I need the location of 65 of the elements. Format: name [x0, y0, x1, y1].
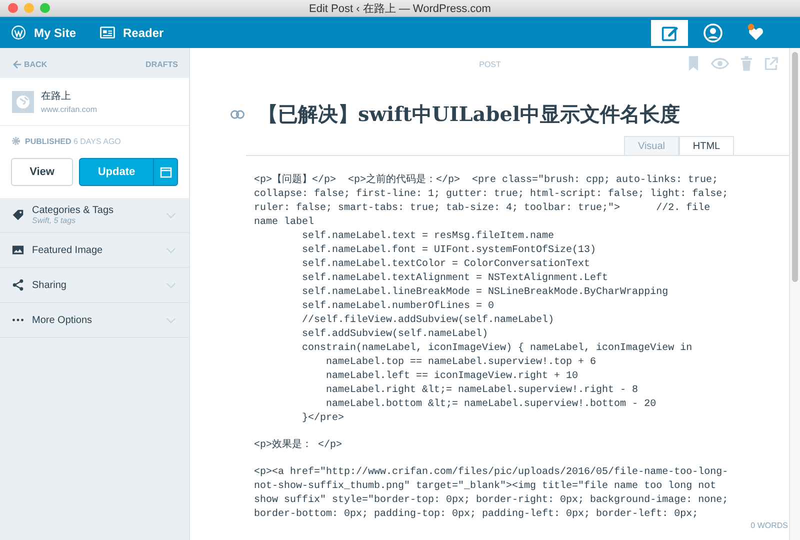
nav-link[interactable]: Reader — [100, 25, 164, 40]
code-line: ruler: false; smart-tabs: true; tab-size: 4; toolbar: true;"> //2. file — [254, 202, 712, 216]
scrollbar-thumb[interactable] — [792, 52, 798, 282]
accordion-item[interactable]: Sharing — [0, 268, 189, 303]
window-title: Edit Post ‹ 在路上 — WordPress.com — [309, 2, 491, 16]
code-line: self.nameLabel.font = UIFont.systemFontOfSize(13) — [301, 244, 598, 258]
chevron-icon — [166, 212, 176, 218]
code-line: nameLabel.bottom &lt;= nameLabel.superview!.bottom - 20 — [325, 398, 658, 412]
trash-icon[interactable] — [741, 56, 752, 71]
code-line: nameLabel.right &lt;= nameLabel.superview!.right - 8 — [325, 384, 640, 398]
word-count: 0 WORDS — [750, 521, 788, 530]
link-icon[interactable] — [230, 110, 245, 118]
editor-tab[interactable]: HTML — [679, 136, 734, 155]
heart-icon — [746, 22, 766, 42]
code-line: <p>【问题】</p> <p>之前的代码是：</p> <pre class="brush: cpp; auto-links: true; — [254, 174, 720, 188]
post-label: POST — [479, 60, 501, 68]
code-line: self.addSubview(self.nameLabel) — [301, 328, 490, 342]
zoom-button[interactable] — [40, 3, 50, 13]
code-line: nameLabel.top == nameLabel.superview!.top + 6 — [325, 356, 598, 370]
minimize-button[interactable] — [24, 3, 34, 13]
external-link-icon[interactable] — [764, 56, 778, 70]
write-button[interactable] — [651, 20, 688, 46]
site-name: 在路上 — [41, 90, 72, 103]
code-line: name label — [254, 216, 316, 230]
code-line: self.nameLabel.textAlignment = NSTextAlignment.Left — [301, 272, 610, 286]
code-line: nameLabel.left == iconImageView.right + 10 — [325, 370, 580, 384]
code-line: <p>效果是： </p> — [254, 439, 344, 453]
image-icon — [12, 244, 24, 256]
calendar-icon — [160, 166, 172, 178]
tag-icon — [12, 209, 24, 221]
code-line: self.nameLabel.numberOfLines = 0 — [301, 300, 496, 314]
code-line: show suffix" style="border-top: 0px; border-right: 0px; background-image: none; — [254, 494, 730, 508]
globe-icon — [12, 90, 34, 112]
code-line: self.nameLabel.lineBreakMode = NSLineBreakMode.ByCharWrapping — [301, 286, 670, 300]
code-line: self.nameLabel.textColor = ColorConversationText — [301, 258, 592, 272]
post-status: PUBLISHED 6 DAYS AGO — [25, 136, 121, 146]
arrow-left-icon — [13, 60, 22, 69]
chevron-icon — [166, 246, 176, 254]
code-line: border-bottom: 0px; padding-top: 0px; padding-left: 0px; border-left: 0px; — [254, 508, 700, 522]
gear-icon — [11, 136, 21, 146]
site-url: www.crifan.com — [41, 105, 98, 114]
code-line: //self.fileView.addSubview(self.nameLabel) — [301, 314, 556, 328]
accordion-item[interactable]: More Options — [0, 303, 189, 338]
accordion-item[interactable]: Featured Image — [0, 233, 189, 268]
bookmark-icon[interactable] — [688, 56, 699, 71]
code-line: not-show-suffix_thumb.png" target="_blank"><img title="file name too long not — [254, 480, 718, 494]
preview-icon[interactable] — [711, 58, 729, 69]
share-icon — [12, 279, 24, 291]
post-title[interactable]: 【已解决】swift中UILabel中显示文件名长度 — [258, 100, 680, 128]
code-line: self.nameLabel.text = resMsg.fileItem.name — [301, 230, 556, 244]
reader-icon — [100, 25, 116, 40]
chevron-icon — [166, 282, 176, 288]
user-icon — [702, 22, 722, 42]
code-line: <p><a href="http://www.crifan.com/files/pic/uploads/2016/05/file-name-too-long- — [254, 466, 730, 480]
code-line: collapse: false; first-line: 1; gutter: true; html-script: false; light: false; — [254, 188, 730, 202]
chevron-icon — [166, 316, 176, 324]
accordion-item[interactable]: Categories & Tags Swift, 5 tags — [0, 198, 189, 233]
scrollbar[interactable] — [789, 48, 800, 540]
nav-link[interactable]: My Site — [11, 25, 76, 40]
close-button[interactable] — [8, 3, 18, 13]
code-line: constrain(nameLabel, iconImageView) { nameLabel, iconImageView in — [301, 342, 694, 356]
pencil-icon — [660, 24, 678, 42]
view-button[interactable]: View — [11, 158, 73, 186]
code-line: }</pre> — [301, 412, 346, 426]
logo-icon — [11, 25, 26, 40]
